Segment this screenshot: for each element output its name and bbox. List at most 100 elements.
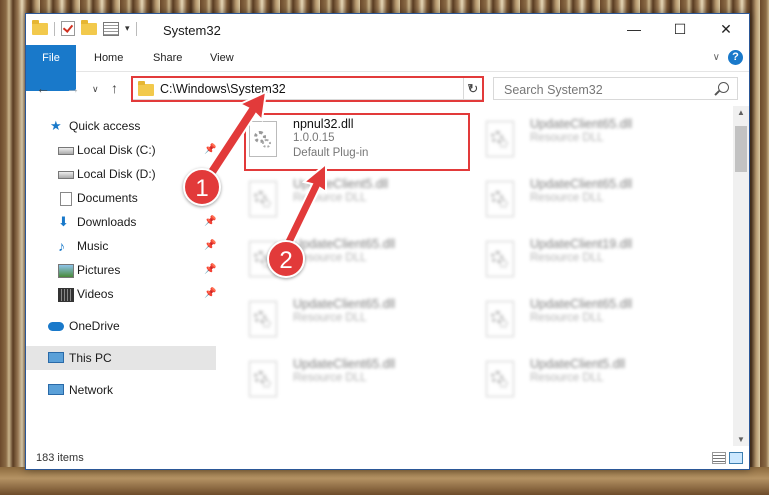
file-highlight <box>244 113 470 171</box>
ribbon-controls: ∨ ? <box>713 50 743 65</box>
file-name: UpdateClient65.dll <box>293 357 396 371</box>
up-button[interactable]: ↑ <box>111 80 118 96</box>
navigation-pane: ★ Quick access Local Disk (C:) 📌 Local D… <box>26 106 216 446</box>
sidebar-item-label: Network <box>69 383 114 397</box>
file-name: UpdateClient19.dll <box>530 237 633 251</box>
pin-icon: 📌 <box>204 240 217 251</box>
sidebar-item-label: Local Disk (C:) <box>77 143 156 157</box>
sidebar-item-local-disk-c[interactable]: Local Disk (C:) 📌 <box>26 138 216 162</box>
new-folder-icon[interactable] <box>81 19 97 35</box>
expand-ribbon-icon[interactable]: ∨ <box>713 52 720 63</box>
search-icon[interactable] <box>718 82 729 93</box>
step-2-badge: 2 <box>267 240 305 278</box>
dll-file-icon <box>483 301 515 339</box>
details-view-icon[interactable] <box>712 452 726 464</box>
disk-icon <box>58 171 74 179</box>
status-bar: 183 items <box>26 448 749 470</box>
dll-file-icon <box>483 241 515 279</box>
pin-icon: 📌 <box>204 144 217 155</box>
recent-locations-icon[interactable]: ∨ <box>92 84 99 95</box>
sidebar-item-label: Quick access <box>69 119 141 133</box>
sidebar-item-pictures[interactable]: Pictures 📌 <box>26 258 216 282</box>
sidebar-item-videos[interactable]: Videos 📌 <box>26 282 216 306</box>
scroll-thumb[interactable] <box>735 126 747 172</box>
properties-icon[interactable] <box>103 21 119 36</box>
quick-access-toolbar: ▾ <box>32 19 137 36</box>
forward-button[interactable]: → <box>66 80 80 96</box>
sidebar-item-this-pc[interactable]: This PC <box>26 346 216 370</box>
tab-view[interactable]: View <box>210 45 234 71</box>
dll-file-icon <box>483 361 515 399</box>
search-input[interactable] <box>502 81 706 98</box>
sidebar-item-onedrive[interactable]: OneDrive <box>26 314 216 338</box>
sidebar-item-label: Downloads <box>77 215 137 229</box>
dll-file-icon <box>246 361 278 399</box>
dll-file-icon <box>246 181 278 219</box>
customize-toolbar-icon[interactable]: ▾ <box>125 23 130 34</box>
toolbar-divider <box>135 21 137 36</box>
file-type: Resource DLL <box>530 252 604 264</box>
tab-share[interactable]: Share <box>153 45 182 71</box>
sidebar-item-label: OneDrive <box>69 319 120 333</box>
minimize-button[interactable]: — <box>611 14 657 45</box>
documents-icon <box>60 192 72 206</box>
network-icon <box>48 384 64 395</box>
tab-home[interactable]: Home <box>94 45 123 71</box>
file-item[interactable]: UpdateClient65.dll Resource DLL <box>483 297 703 343</box>
file-name: UpdateClient65.dll <box>530 177 633 191</box>
help-icon[interactable]: ? <box>728 50 743 65</box>
file-name: UpdateClient65.dll <box>530 297 633 311</box>
file-item[interactable]: UpdateClient5.dll Resource DLL <box>483 357 703 403</box>
file-explorer-window: ▾ System32 — ☐ ✕ File Home Share View ∨ … <box>25 13 750 470</box>
properties-check-icon[interactable] <box>61 21 75 36</box>
pictures-icon <box>58 264 74 278</box>
tiles-view-icon[interactable] <box>729 452 743 464</box>
sidebar-item-music[interactable]: ♪ Music 📌 <box>26 234 216 258</box>
vertical-scrollbar[interactable]: ▲ ▼ <box>733 106 749 446</box>
folder-icon[interactable] <box>32 19 48 35</box>
star-icon: ★ <box>50 118 62 133</box>
file-type: Resource DLL <box>530 312 604 324</box>
search-box[interactable] <box>493 77 738 100</box>
file-name: UpdateClient5.dll <box>293 177 389 191</box>
computer-icon <box>48 352 64 363</box>
back-button[interactable]: ← <box>36 80 50 96</box>
scroll-down-icon[interactable]: ▼ <box>733 435 749 444</box>
file-item[interactable]: UpdateClient65.dll Resource DLL <box>483 117 703 163</box>
file-type: Resource DLL <box>530 192 604 204</box>
music-icon: ♪ <box>58 238 65 254</box>
file-item[interactable]: UpdateClient5.dll Resource DLL <box>246 177 466 223</box>
download-icon: ⬇ <box>58 214 69 229</box>
file-item[interactable]: UpdateClient65.dll Resource DLL <box>246 357 466 403</box>
sidebar-item-label: Music <box>77 239 109 253</box>
sidebar-item-label: Documents <box>77 191 138 205</box>
window-title: System32 <box>163 23 221 38</box>
scroll-up-icon[interactable]: ▲ <box>733 108 749 117</box>
dll-file-icon <box>483 121 515 159</box>
ribbon: File Home Share View ∨ ? <box>26 45 749 91</box>
pin-icon: 📌 <box>204 264 217 275</box>
pin-icon: 📌 <box>204 288 217 299</box>
step-1-badge: 1 <box>183 168 221 206</box>
address-bar-highlight <box>131 76 484 102</box>
file-name: UpdateClient5.dll <box>530 357 626 371</box>
file-item[interactable]: UpdateClient19.dll Resource DLL <box>483 237 703 283</box>
sidebar-item-label: Local Disk (D:) <box>77 167 156 181</box>
file-name: UpdateClient65.dll <box>293 237 396 251</box>
view-switcher <box>712 452 743 464</box>
toolbar-divider <box>54 21 55 36</box>
maximize-button[interactable]: ☐ <box>657 14 703 45</box>
sidebar-item-label: Videos <box>77 287 114 301</box>
sidebar-item-network[interactable]: Network <box>26 378 216 402</box>
file-item[interactable]: UpdateClient65.dll Resource DLL <box>483 177 703 223</box>
file-type: Resource DLL <box>293 192 367 204</box>
item-count: 183 items <box>36 452 84 464</box>
sidebar-item-quick-access[interactable]: ★ Quick access <box>26 114 216 138</box>
close-button[interactable]: ✕ <box>703 14 749 45</box>
pin-icon: 📌 <box>204 216 217 227</box>
desktop-background <box>0 467 769 495</box>
file-type: Resource DLL <box>530 132 604 144</box>
file-item[interactable]: UpdateClient65.dll Resource DLL <box>246 297 466 343</box>
sidebar-item-downloads[interactable]: ⬇ Downloads 📌 <box>26 210 216 234</box>
disk-icon <box>58 147 74 155</box>
